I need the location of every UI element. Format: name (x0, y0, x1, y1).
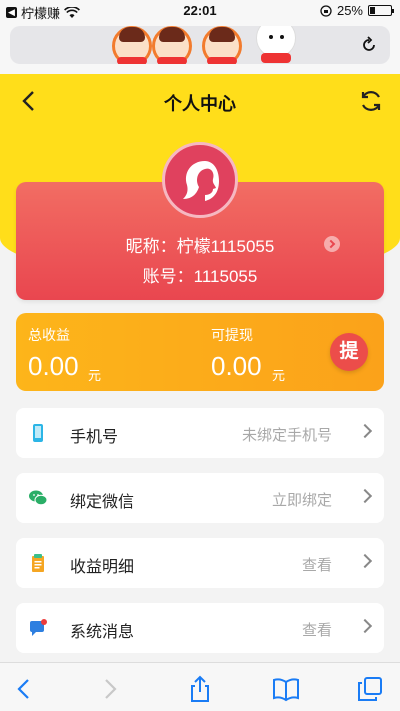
menu-value: 立即绑定 (271, 492, 332, 509)
total-earnings-value: 0.00 (28, 351, 79, 381)
battery-percent: 25% (336, 3, 363, 18)
browser-address-area (0, 22, 400, 74)
battery-icon (368, 5, 394, 16)
withdraw-button[interactable]: 提 (330, 333, 368, 371)
menu-row-phone[interactable]: 手机号 未绑定手机号 (16, 408, 384, 458)
total-earnings-label: 总收益 (28, 327, 70, 343)
earnings-card: 总收益 0.00 元 可提现 0.00 元 提 (16, 313, 384, 391)
chevron-right-icon (357, 553, 373, 569)
menu-row-messages[interactable]: 系统消息 查看 (16, 603, 384, 653)
withdrawable-value: 0.00 (211, 351, 262, 381)
profile-arrow-icon[interactable] (324, 236, 340, 252)
doodle-bear-icon (256, 26, 296, 63)
chevron-right-icon (357, 618, 373, 634)
menu-label: 收益明细 (70, 559, 135, 576)
menu-label: 绑定微信 (70, 494, 135, 511)
browser-toolbar (0, 662, 400, 711)
address-bar[interactable] (10, 26, 390, 64)
orientation-lock-icon (320, 4, 332, 17)
wechat-icon (29, 490, 48, 506)
status-bar: ◀ 柠檬赚 22:01 25% (0, 0, 400, 22)
menu-value: 查看 (301, 557, 332, 574)
menu-label: 手机号 (70, 429, 119, 446)
chevron-right-icon (357, 423, 373, 439)
phone-icon (33, 424, 43, 442)
chevron-right-icon (357, 488, 373, 504)
total-earnings-unit: 元 (88, 368, 102, 383)
bookmarks-icon[interactable] (272, 675, 300, 703)
share-icon[interactable] (186, 675, 214, 703)
doodle-child-icon (112, 26, 152, 64)
doodle-child-icon (202, 26, 242, 64)
menu-value: 未绑定手机号 (241, 427, 332, 444)
woman-profile-icon (183, 161, 219, 201)
withdrawable-unit: 元 (272, 368, 286, 383)
browser-forward-icon[interactable] (96, 675, 124, 703)
avatar[interactable] (162, 142, 238, 218)
menu-row-wechat[interactable]: 绑定微信 立即绑定 (16, 473, 384, 523)
menu-label: 系统消息 (70, 624, 135, 641)
menu-value: 查看 (301, 622, 332, 639)
withdrawable-label: 可提现 (211, 327, 253, 343)
receipt-icon (32, 554, 44, 572)
refresh-icon[interactable] (358, 88, 384, 114)
app-header: 个人中心 (0, 74, 400, 128)
page-title: 个人中心 (164, 94, 236, 114)
browser-back-icon[interactable] (10, 675, 38, 703)
browser-reload-icon[interactable] (360, 36, 378, 54)
message-icon (30, 619, 47, 636)
menu-row-earnings-detail[interactable]: 收益明细 查看 (16, 538, 384, 588)
account-id: 账号：1115055 (142, 267, 258, 286)
doodle-child-icon (152, 26, 192, 64)
tabs-icon[interactable] (356, 675, 384, 703)
